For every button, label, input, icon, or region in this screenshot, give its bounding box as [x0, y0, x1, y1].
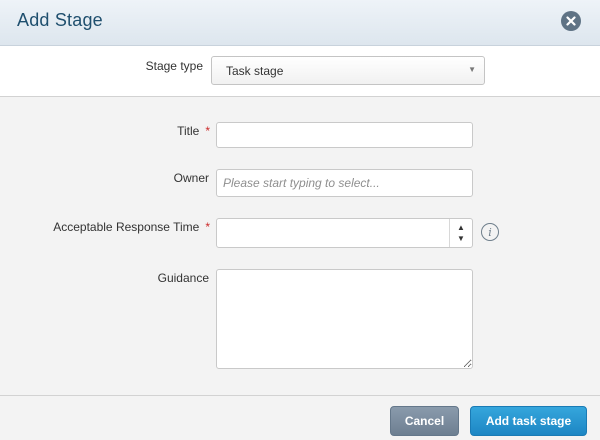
stage-type-row: Stage type Task stage ▼ [0, 46, 600, 97]
owner-input[interactable] [216, 169, 473, 197]
response-time-stepper[interactable]: ▲ ▼ [449, 219, 472, 247]
response-time-label-text: Acceptable Response Time [53, 220, 200, 234]
close-button[interactable] [561, 11, 581, 31]
add-task-stage-button[interactable]: Add task stage [470, 406, 587, 436]
title-input[interactable] [216, 122, 473, 148]
guidance-label: Guidance [157, 271, 209, 285]
response-time-required-mark: * [205, 220, 210, 234]
title-label-text: Title [177, 124, 200, 138]
response-time-input[interactable] [216, 218, 473, 248]
cancel-button[interactable]: Cancel [390, 406, 459, 436]
chevron-down-icon: ▼ [468, 65, 476, 74]
title-required-mark: * [205, 124, 210, 138]
dialog-footer: Cancel Add task stage [0, 395, 600, 440]
stage-type-label: Stage type [145, 59, 203, 73]
add-stage-dialog: Add Stage Stage type Task stage ▼ Title *… [0, 0, 600, 440]
stepper-down-icon[interactable]: ▼ [457, 233, 465, 244]
info-icon[interactable]: i [481, 223, 499, 241]
close-icon [566, 16, 576, 26]
guidance-textarea[interactable] [216, 269, 473, 369]
stage-type-selected-value: Task stage [226, 64, 284, 78]
title-label: Title * [100, 124, 210, 138]
owner-label: Owner [173, 171, 209, 185]
stage-type-select[interactable]: Task stage ▼ [211, 56, 485, 85]
response-time-label: Acceptable Response Time * [20, 220, 210, 234]
dialog-title: Add Stage [17, 10, 103, 30]
stepper-up-icon[interactable]: ▲ [457, 222, 465, 233]
dialog-header: Add Stage [0, 0, 600, 46]
